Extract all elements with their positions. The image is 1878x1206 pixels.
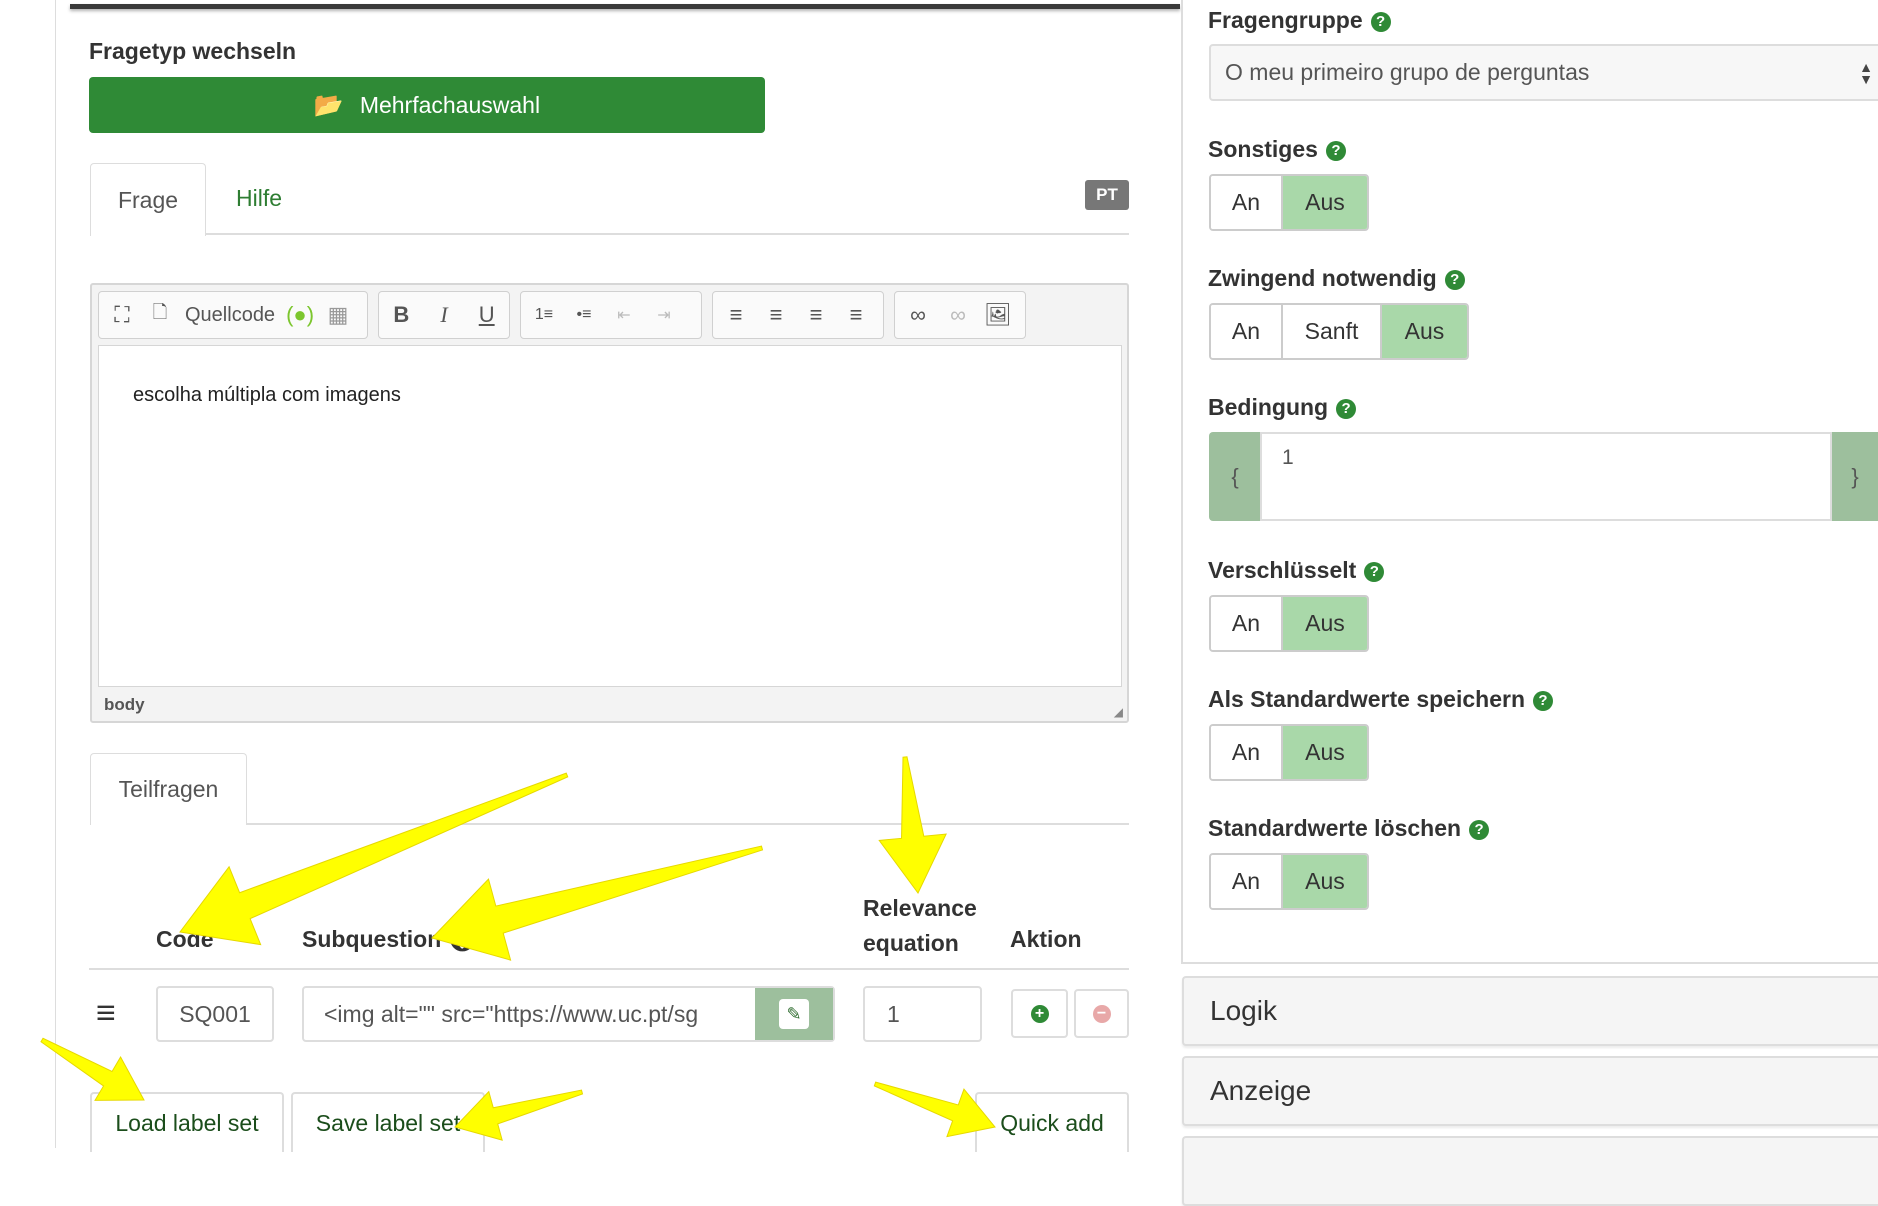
relevance-input[interactable]: 1 xyxy=(863,986,982,1042)
link-icon[interactable]: ∞ xyxy=(905,302,931,328)
right-panel-bottom xyxy=(1181,962,1878,964)
clear-default-label: Standardwerte löschen? xyxy=(1208,815,1490,842)
help-icon[interactable]: ? xyxy=(1370,11,1391,32)
add-row-button[interactable]: + xyxy=(1011,989,1068,1038)
folder-open-icon: 📂 xyxy=(313,91,344,119)
source-button[interactable]: Quellcode xyxy=(185,304,275,327)
numbered-list-icon[interactable]: 1≡ xyxy=(531,302,557,328)
encrypted-toggle: An Aus xyxy=(1209,595,1369,652)
off-option[interactable]: Aus xyxy=(1283,855,1367,908)
tab-divider xyxy=(205,233,1129,235)
drag-handle-icon[interactable]: ≡ xyxy=(96,996,116,1030)
minus-icon: − xyxy=(1092,1004,1111,1023)
delete-row-button[interactable]: − xyxy=(1074,989,1129,1038)
help-icon[interactable]: ? xyxy=(1325,140,1346,161)
editor-content[interactable]: escolha múltipla com imagens xyxy=(98,345,1122,687)
help-icon[interactable]: ? xyxy=(1533,690,1553,711)
element-path: body xyxy=(104,695,145,714)
col-code: Code xyxy=(156,926,214,952)
on-option[interactable]: An xyxy=(1211,597,1283,650)
on-option[interactable]: An xyxy=(1211,855,1283,908)
on-option[interactable]: An xyxy=(1211,726,1283,779)
editor-text: escolha múltipla com imagens xyxy=(133,384,401,406)
source-icon[interactable]: 🗋 xyxy=(147,302,173,328)
align-center-icon[interactable]: ≡ xyxy=(763,302,789,328)
globe-icon: 🌍︎ xyxy=(447,926,477,952)
question-type-button[interactable]: 📂 Mehrfachauswahl xyxy=(89,77,765,133)
mandatory-toggle: An Sanft Aus xyxy=(1209,303,1469,360)
top-divider xyxy=(70,4,1180,9)
indent-icon[interactable]: ⇥ xyxy=(651,302,677,328)
edit-subquestion-button[interactable]: ✎ xyxy=(755,988,833,1040)
condition-label: Bedingung? xyxy=(1208,394,1357,421)
soft-option[interactable]: Sanft xyxy=(1283,305,1382,358)
panel-logik[interactable]: Logik xyxy=(1182,976,1878,1046)
mandatory-label: Zwingend notwendig? xyxy=(1208,265,1465,292)
panel-next[interactable] xyxy=(1182,1136,1878,1206)
tab-hilfe[interactable]: Hilfe xyxy=(236,185,282,212)
code-input[interactable]: SQ001 xyxy=(156,986,274,1042)
col-relevance: Relevance equation xyxy=(863,895,977,956)
condition-textarea[interactable]: 1 xyxy=(1260,432,1832,521)
align-left-icon[interactable]: ≡ xyxy=(723,302,749,328)
bullet-list-icon[interactable]: •≡ xyxy=(571,302,597,328)
group-label: Fragengruppe? xyxy=(1208,7,1391,34)
tab-divider xyxy=(246,823,1129,825)
col-action: Aktion xyxy=(1010,926,1082,952)
quick-add-button[interactable]: Quick add xyxy=(975,1092,1129,1152)
col-subquestion: Subquestion 🌍︎ xyxy=(302,926,477,952)
help-icon[interactable]: ? xyxy=(1336,398,1357,419)
tab-frage[interactable]: Frage xyxy=(90,163,206,236)
select-arrows-icon: ▲ ▼ xyxy=(1859,58,1873,87)
table-icon[interactable]: ▦ xyxy=(325,302,351,328)
plus-icon: + xyxy=(1030,1004,1049,1023)
off-option[interactable]: Aus xyxy=(1283,176,1367,229)
on-option[interactable]: An xyxy=(1211,305,1283,358)
language-badge: PT xyxy=(1085,180,1129,210)
image-icon[interactable]: 🖼 xyxy=(984,302,1012,328)
save-default-label: Als Standardwerte speichern? xyxy=(1208,686,1553,713)
condition-open-brace: { xyxy=(1209,432,1261,521)
unlink-icon[interactable]: ∞ xyxy=(945,302,971,328)
justify-icon[interactable]: ≡ xyxy=(843,302,869,328)
maximize-icon[interactable]: ⛶ xyxy=(109,302,135,328)
right-panel-border xyxy=(1181,0,1183,964)
off-option[interactable]: Aus xyxy=(1382,305,1467,358)
change-type-label: Fragetyp wechseln xyxy=(89,38,297,64)
condition-close-brace: } xyxy=(1832,432,1878,521)
annotation-arrow xyxy=(431,845,764,961)
clear-default-toggle: An Aus xyxy=(1209,853,1369,910)
off-option[interactable]: Aus xyxy=(1283,726,1367,779)
save-label-set-button[interactable]: Save label set xyxy=(291,1092,485,1152)
panel-anzeige[interactable]: Anzeige xyxy=(1182,1056,1878,1126)
pencil-icon: ✎ xyxy=(779,999,809,1029)
group-select[interactable]: O meu primeiro grupo de perguntas ▲ ▼ xyxy=(1209,44,1878,101)
load-label-set-button[interactable]: Load label set xyxy=(90,1092,284,1152)
resize-handle[interactable]: ◢ xyxy=(1114,705,1123,719)
align-right-icon[interactable]: ≡ xyxy=(803,302,829,328)
other-toggle: An Aus xyxy=(1209,174,1369,231)
underline-icon[interactable]: U xyxy=(474,302,499,328)
help-icon[interactable]: ? xyxy=(1469,819,1490,840)
help-icon[interactable]: ? xyxy=(1364,561,1385,582)
off-option[interactable]: Aus xyxy=(1283,597,1367,650)
encrypted-label: Verschlüsselt? xyxy=(1208,557,1385,584)
help-icon[interactable]: ? xyxy=(1444,269,1465,290)
header-divider xyxy=(89,968,1129,970)
other-label: Sonstiges? xyxy=(1208,136,1346,163)
rich-text-editor: ⛶ 🗋 Quellcode (●) ▦ B I U 1≡ •≡ ⇤ ⇥ ≡ ≡ … xyxy=(90,283,1129,723)
left-border xyxy=(55,0,56,1148)
outdent-icon[interactable]: ⇤ xyxy=(611,302,637,328)
tab-teilfragen[interactable]: Teilfragen xyxy=(90,753,247,825)
on-option[interactable]: An xyxy=(1211,176,1283,229)
bold-icon[interactable]: B xyxy=(389,302,414,328)
expression-icon[interactable]: (●) xyxy=(286,302,314,328)
italic-icon[interactable]: I xyxy=(432,302,457,328)
save-default-toggle: An Aus xyxy=(1209,724,1369,781)
